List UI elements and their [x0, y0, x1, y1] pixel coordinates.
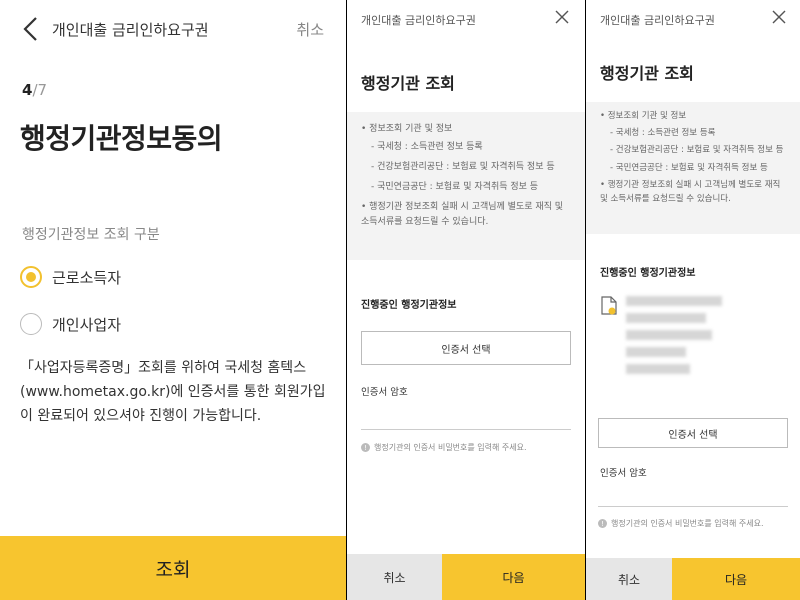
- password-label: 인증서 암호: [361, 387, 408, 398]
- close-icon[interactable]: [772, 10, 786, 24]
- info-icon: !: [361, 443, 370, 452]
- radio-option-business[interactable]: 개인사업자: [20, 313, 121, 335]
- select-certificate-button[interactable]: 인증서 선택: [598, 418, 788, 448]
- info-box: • 정보조회 기관 및 정보 - 국세청 : 소득관련 정보 등록 - 건강보험…: [347, 112, 585, 260]
- step-current: 4: [22, 81, 33, 99]
- password-hint: ! 행정기관의 인증서 비밀번호를 입력해 주세요.: [361, 442, 527, 453]
- inquiry-button[interactable]: 조회: [0, 536, 346, 600]
- hometax-note: 「사업자등록증명」조회를 위하여 국세청 홈텍스 (www.hometax.go…: [20, 360, 326, 424]
- info-heading: • 정보조회 기관 및 정보: [600, 111, 687, 121]
- password-hint: ! 행정기관의 인증서 비밀번호를 입력해 주세요.: [598, 518, 764, 529]
- page-title: 행정기관 조회: [361, 74, 455, 93]
- info-item: - 국민연금공단 : 보험료 및 자격취득 정보 등: [610, 162, 768, 173]
- info-note: • 행정기관 정보조회 실패 시 고객님께 별도로 재직 및 소득서류를 요청드…: [600, 180, 781, 204]
- back-arrow-icon[interactable]: [20, 16, 42, 42]
- info-item: - 건강보험관리공단 : 보험료 및 자격취득 정보 등: [371, 162, 555, 172]
- radio-option-salaried[interactable]: 근로소득자: [20, 266, 121, 288]
- cancel-link[interactable]: 취소: [296, 19, 324, 40]
- info-icon: !: [598, 519, 607, 528]
- blurred-certificate-info: [626, 364, 690, 374]
- app-header: 개인대출 금리인하요구권 취소: [0, 0, 346, 58]
- info-heading: • 정보조회 기관 및 정보: [361, 124, 453, 134]
- info-note: • 행정기관 정보조회 실패 시 고객님께 별도로 재직 및 소득서류를 요청드…: [361, 202, 564, 227]
- select-certificate-button[interactable]: 인증서 선택: [361, 331, 571, 365]
- info-item: - 국세청 : 소득관련 정보 등록: [610, 127, 716, 138]
- header-title: 개인대출 금리인하요구권: [600, 14, 715, 27]
- section-label: 행정기관정보 조회 구분: [22, 227, 160, 243]
- page-title: 행정기관정보동의: [20, 122, 223, 155]
- admin-inquiry-screen-filled: 개인대출 금리인하요구권 행정기관 조회 • 정보조회 기관 및 정보 - 국세…: [586, 0, 800, 600]
- hint-text: 행정기관의 인증서 비밀번호를 입력해 주세요.: [611, 519, 764, 528]
- radio-label: 개인사업자: [52, 315, 122, 334]
- admin-inquiry-screen: 개인대출 금리인하요구권 행정기관 조회 • 정보조회 기관 및 정보 - 국세…: [347, 0, 585, 600]
- cancel-button[interactable]: 취소: [347, 554, 442, 600]
- certificate-file-icon: [601, 296, 617, 315]
- info-item: - 건강보험관리공단 : 보험료 및 자격취득 정보 등: [610, 145, 784, 155]
- page-title: 행정기관 조회: [600, 64, 694, 83]
- certificate-password-input[interactable]: [361, 404, 571, 430]
- step-indicator: 4/7: [22, 81, 47, 99]
- next-button[interactable]: 다음: [672, 558, 800, 600]
- step-consent-screen: 개인대출 금리인하요구권 취소 4/7 행정기관정보동의 행정기관정보 조회 구…: [0, 0, 346, 600]
- info-item: - 국세청 : 소득관련 정보 등록: [371, 142, 483, 152]
- radio-unchecked-icon: [20, 313, 42, 335]
- radio-checked-icon: [20, 266, 42, 288]
- blurred-certificate-info: [626, 313, 706, 323]
- section-label: 진행중인 행정기관정보: [600, 268, 696, 279]
- blurred-certificate-info: [626, 347, 686, 357]
- hint-text: 행정기관의 인증서 비밀번호를 입력해 주세요.: [374, 443, 527, 452]
- radio-label: 근로소득자: [52, 268, 122, 287]
- info-box: • 정보조회 기관 및 정보 - 국세청 : 소득관련 정보 등록 - 건강보험…: [586, 102, 800, 234]
- header-title: 개인대출 금리인하요구권: [52, 21, 209, 39]
- password-label: 인증서 암호: [600, 468, 647, 479]
- close-icon[interactable]: [555, 10, 569, 24]
- blurred-certificate-info: [626, 330, 712, 340]
- blurred-certificate-info: [626, 296, 722, 306]
- step-total: /7: [32, 81, 48, 99]
- cancel-button[interactable]: 취소: [586, 558, 672, 600]
- next-button[interactable]: 다음: [442, 554, 585, 600]
- info-item: - 국민연금공단 : 보험료 및 자격취득 정보 등: [371, 182, 539, 192]
- certificate-password-input[interactable]: [598, 483, 788, 507]
- section-label: 진행중인 행정기관정보: [361, 300, 457, 311]
- header-title: 개인대출 금리인하요구권: [361, 14, 476, 27]
